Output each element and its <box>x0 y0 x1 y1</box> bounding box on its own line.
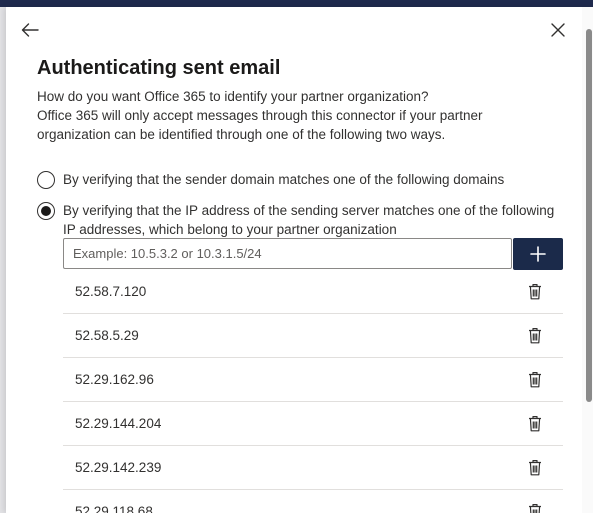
trash-icon <box>529 460 541 476</box>
ip-list-row: 52.29.142.239 <box>63 446 563 490</box>
option-ip[interactable]: By verifying that the IP address of the … <box>37 201 557 239</box>
ip-list-row: 52.58.5.29 <box>63 314 563 358</box>
connector-panel: Authenticating sent email How do you wan… <box>6 7 593 513</box>
close-button[interactable] <box>546 18 570 42</box>
section-description: How do you want Office 365 to identify y… <box>37 87 557 144</box>
plus-icon <box>530 246 546 262</box>
add-ip-button[interactable] <box>513 238 563 270</box>
ip-list-row: 52.29.144.204 <box>63 402 563 446</box>
back-button[interactable] <box>18 18 42 42</box>
ip-list-row: 52.29.162.96 <box>63 358 563 402</box>
ip-list-row: 52.29.118.68 <box>63 490 563 513</box>
description-line-1: Office 365 will only accept messages thr… <box>37 108 483 123</box>
delete-ip-button[interactable] <box>525 282 545 302</box>
top-accent-bar <box>0 0 593 7</box>
delete-ip-button[interactable] <box>525 370 545 390</box>
delete-ip-button[interactable] <box>525 458 545 478</box>
section-title: Authenticating sent email <box>37 57 281 79</box>
delete-ip-button[interactable] <box>525 502 545 513</box>
ip-address-text: 52.29.162.96 <box>75 372 154 387</box>
radio-domain[interactable] <box>37 171 55 189</box>
trash-icon <box>529 284 541 300</box>
trash-icon <box>529 372 541 388</box>
description-line-2: organization can be identified through o… <box>37 127 446 142</box>
ip-address-text: 52.58.7.120 <box>75 284 147 299</box>
option-ip-label: By verifying that the IP address of the … <box>63 203 555 237</box>
question-text: How do you want Office 365 to identify y… <box>37 89 429 104</box>
radio-ip[interactable] <box>37 202 55 220</box>
ip-address-text: 52.58.5.29 <box>75 328 139 343</box>
delete-ip-button[interactable] <box>525 414 545 434</box>
trash-icon <box>529 504 541 513</box>
ip-address-text: 52.29.142.239 <box>75 460 162 475</box>
ip-address-list: 52.58.7.120 52.58.5.29 52.29.162.96 52.2… <box>63 270 563 513</box>
scrollbar-thumb[interactable] <box>586 29 592 402</box>
ip-address-input[interactable] <box>63 238 512 269</box>
ip-address-text: 52.29.118.68 <box>75 504 153 513</box>
option-domain-label: By verifying that the sender domain matc… <box>63 172 505 187</box>
trash-icon <box>529 328 541 344</box>
close-icon <box>551 23 565 37</box>
radio-selected-dot <box>41 206 51 216</box>
delete-ip-button[interactable] <box>525 326 545 346</box>
option-domain[interactable]: By verifying that the sender domain matc… <box>37 170 504 189</box>
trash-icon <box>529 416 541 432</box>
ip-list-row: 52.58.7.120 <box>63 270 563 314</box>
arrow-left-icon <box>21 23 39 37</box>
ip-address-text: 52.29.144.204 <box>75 416 162 431</box>
